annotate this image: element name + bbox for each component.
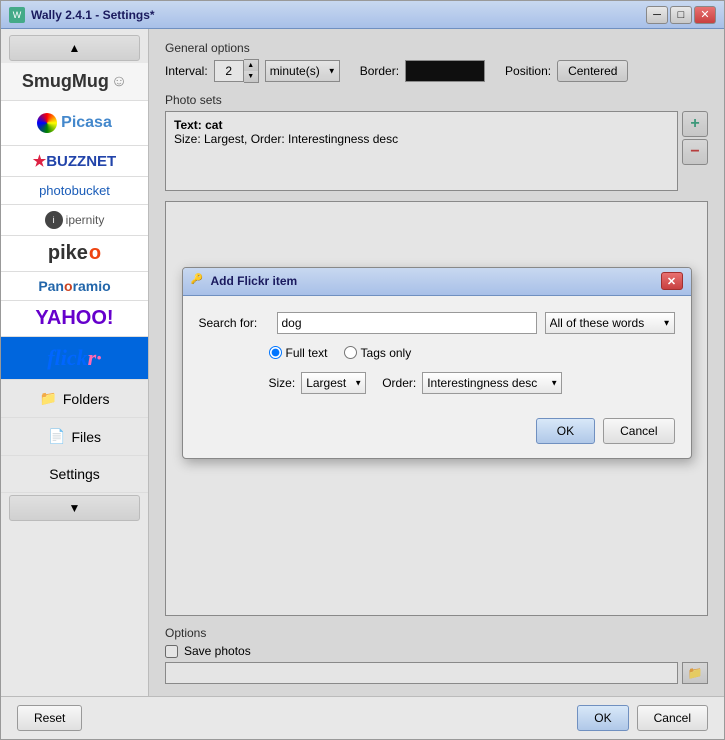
tags-label: Tags only (361, 346, 412, 360)
add-flickr-dialog: 🔑 Add Flickr item ✕ Search for: (182, 267, 692, 459)
order-group: Order: Interestingness desc Interestingn… (382, 372, 562, 394)
sidebar-item-panoramio[interactable]: Panoramio (1, 272, 148, 301)
up-arrow-icon: ▲ (69, 41, 81, 55)
modal-title-bar: 🔑 Add Flickr item ✕ (183, 268, 691, 296)
tags-radio-label[interactable]: Tags only (344, 346, 412, 360)
ok-button[interactable]: OK (577, 705, 628, 731)
smugmug-logo: SmugMug ☺ (22, 71, 127, 92)
bottom-bar: Reset OK Cancel (1, 696, 724, 739)
sidebar-item-buzznet[interactable]: ★BUZZNET (1, 146, 148, 177)
size-group: Size: Largest Medium Small (269, 372, 367, 394)
modal-ok-button[interactable]: OK (536, 418, 595, 444)
fulltext-label: Full text (286, 346, 328, 360)
tags-radio[interactable] (344, 346, 357, 359)
flickr-logo: flickr· (47, 345, 101, 371)
main-panel: General options Interval: ▲ ▼ (149, 29, 724, 696)
bottom-right-buttons: OK Cancel (577, 705, 708, 731)
picasa-logo: Picasa (37, 107, 112, 139)
order-label: Order: (382, 376, 416, 390)
modal-icon: 🔑 (191, 274, 205, 288)
settings-label: Settings (49, 466, 100, 482)
size-order-row: Size: Largest Medium Small (269, 372, 675, 394)
buzznet-logo: ★BUZZNET (33, 152, 116, 170)
sidebar: ▲ SmugMug ☺ Picasa ★BUZZNET (1, 29, 149, 696)
sidebar-item-ipernity[interactable]: i ipernity (1, 205, 148, 236)
down-arrow-icon: ▼ (69, 501, 81, 515)
sidebar-item-picasa[interactable]: Picasa (1, 101, 148, 146)
sidebar-item-photobucket[interactable]: photobucket (1, 177, 148, 205)
radio-group: Full text Tags only (269, 346, 675, 360)
modal-title: Add Flickr item (211, 274, 661, 288)
modal-close-button[interactable]: ✕ (661, 272, 683, 290)
sidebar-item-settings[interactable]: Settings (1, 456, 148, 493)
cancel-button[interactable]: Cancel (637, 705, 708, 731)
sidebar-item-yahoo[interactable]: YAHOO! (1, 301, 148, 337)
modal-body: Search for: All of these words Any of th… (183, 296, 691, 410)
sidebar-item-folders[interactable]: 📁 Folders (1, 380, 148, 418)
title-bar: W Wally 2.4.1 - Settings* ─ □ ✕ (1, 1, 724, 29)
modal-close-icon: ✕ (667, 275, 676, 288)
ipernity-logo: i ipernity (45, 211, 105, 229)
modal-cancel-button[interactable]: Cancel (603, 418, 674, 444)
app-icon: W (9, 7, 25, 23)
files-label: Files (71, 429, 101, 445)
modal-overlay: 🔑 Add Flickr item ✕ Search for: (149, 29, 724, 696)
sidebar-scroll-down[interactable]: ▼ (9, 495, 140, 521)
order-select[interactable]: Interestingness desc Interestingness asc… (422, 372, 562, 394)
reset-button[interactable]: Reset (17, 705, 82, 731)
folders-label: Folders (63, 391, 110, 407)
sidebar-item-pikeo[interactable]: pike o (1, 236, 148, 272)
search-label: Search for: (199, 316, 269, 330)
folder-icon: 📁 (39, 390, 56, 407)
main-window: W Wally 2.4.1 - Settings* ─ □ ✕ ▲ SmugMu… (0, 0, 725, 740)
search-input[interactable] (277, 312, 537, 334)
yahoo-logo: YAHOO! (35, 307, 113, 330)
window-title: Wally 2.4.1 - Settings* (31, 8, 646, 22)
content-area: ▲ SmugMug ☺ Picasa ★BUZZNET (1, 29, 724, 696)
search-type-select[interactable]: All of these words Any of these words th… (545, 312, 675, 334)
search-type-wrapper: All of these words Any of these words th… (545, 312, 675, 334)
close-button[interactable]: ✕ (694, 6, 716, 24)
files-icon: 📄 (48, 428, 65, 445)
panoramio-logo: Panoramio (38, 278, 110, 294)
sidebar-scroll-up[interactable]: ▲ (9, 35, 140, 61)
maximize-button[interactable]: □ (670, 6, 692, 24)
modal-footer: OK Cancel (183, 410, 691, 458)
sidebar-item-files[interactable]: 📄 Files (1, 418, 148, 456)
pikeo-logo: pike o (48, 242, 101, 265)
search-row: Search for: All of these words Any of th… (199, 312, 675, 334)
size-select[interactable]: Largest Medium Small (301, 372, 366, 394)
order-select-wrapper: Interestingness desc Interestingness asc… (422, 372, 562, 394)
photobucket-logo: photobucket (39, 183, 110, 198)
size-select-wrapper: Largest Medium Small (301, 372, 366, 394)
fulltext-radio-label[interactable]: Full text (269, 346, 328, 360)
sidebar-item-flickr[interactable]: flickr· (1, 337, 148, 380)
minimize-button[interactable]: ─ (646, 6, 668, 24)
title-bar-controls: ─ □ ✕ (646, 6, 716, 24)
fulltext-radio[interactable] (269, 346, 282, 359)
size-label: Size: (269, 376, 296, 390)
sidebar-item-smugmug[interactable]: SmugMug ☺ (1, 63, 148, 101)
